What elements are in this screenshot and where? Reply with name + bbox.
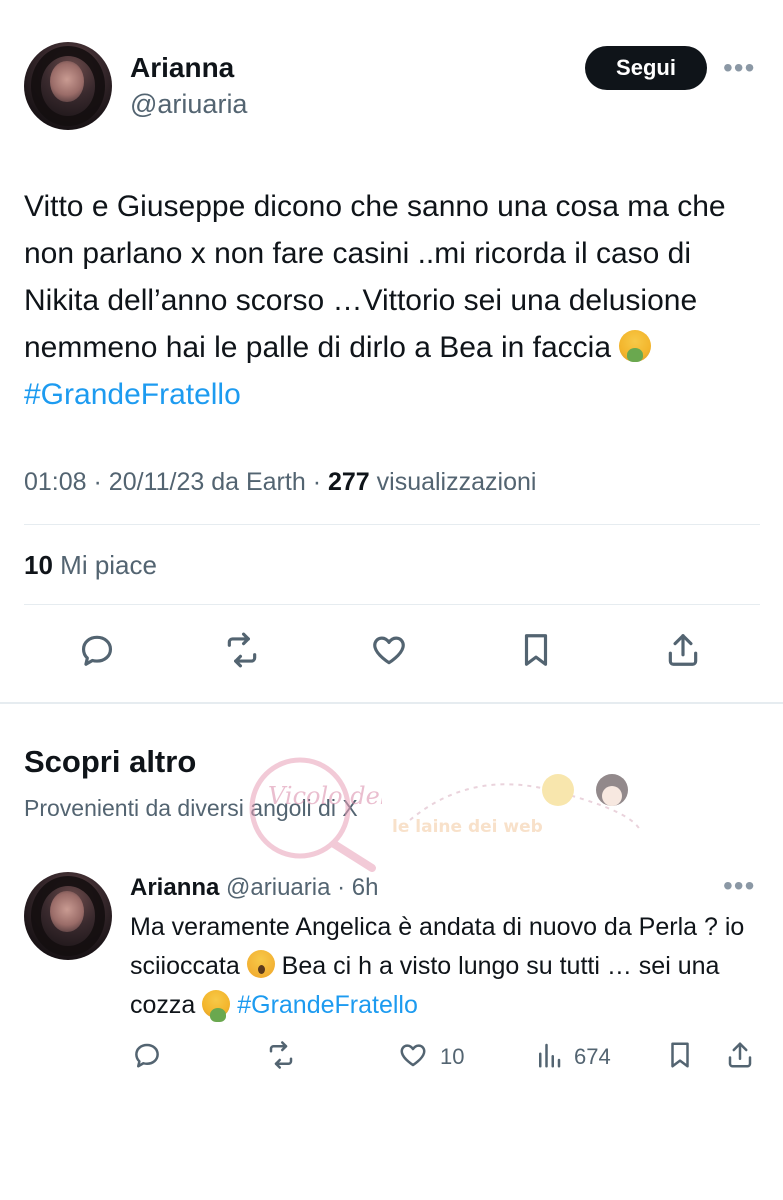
views-count: 277 <box>327 468 370 496</box>
author-handle[interactable]: @ariuaria <box>130 89 247 120</box>
reply-author-name[interactable]: Arianna <box>130 874 219 901</box>
tweet-meta: 01:08 · 20/11/23 da Earth · 277 visualiz… <box>24 468 537 496</box>
watermark-left-text: Vicolo delle News <box>268 782 382 810</box>
more-options-icon[interactable]: ••• <box>723 52 755 84</box>
reply-header: Arianna @ariuaria · 6h <box>130 874 379 901</box>
reply-views-icon[interactable] <box>534 1040 564 1075</box>
divider <box>24 604 760 605</box>
bookmark-icon[interactable] <box>516 630 556 670</box>
tweet-text: Vitto e Giuseppe dicono che sanno una co… <box>24 183 764 418</box>
tweet-date[interactable]: 20/11/23 <box>109 468 204 496</box>
reply-bookmark-icon[interactable] <box>665 1040 695 1075</box>
watermark-logo-right: le laine dei web <box>390 760 650 880</box>
share-icon[interactable] <box>663 630 703 670</box>
section-divider <box>0 702 783 704</box>
reply-share-icon[interactable] <box>725 1040 755 1075</box>
reply-text: Ma veramente Angelica è andata di nuovo … <box>130 908 770 1025</box>
reply-icon[interactable] <box>77 630 117 670</box>
author-name[interactable]: Arianna <box>130 52 234 84</box>
follow-button[interactable]: Segui <box>585 46 707 90</box>
nauseated-face-icon <box>619 330 652 362</box>
astonished-face-icon <box>246 950 275 978</box>
watermark-right-text: le laine dei web <box>392 817 543 837</box>
like-icon[interactable] <box>369 630 409 670</box>
author-avatar[interactable] <box>24 42 112 130</box>
views-label: visualizzazioni <box>376 468 537 496</box>
likes-label: Mi piace <box>60 550 157 580</box>
reply-avatar[interactable] <box>24 872 112 960</box>
reply-author-handle[interactable]: @ariuaria <box>226 874 330 901</box>
reply-time[interactable]: 6h <box>352 874 379 901</box>
retweet-icon[interactable] <box>222 630 262 670</box>
likes-summary[interactable]: 10 Mi piace <box>24 550 157 581</box>
watermark-logo-left: Vicolo delle News <box>222 752 485 872</box>
reply-retweet-icon[interactable] <box>266 1040 296 1075</box>
hashtag-link[interactable]: #GrandeFratello <box>24 378 241 411</box>
tweet-time[interactable]: 01:08 <box>24 468 87 496</box>
discover-title: Scopri altro <box>24 744 197 779</box>
tweet-source: da Earth <box>211 468 306 496</box>
reply-more-icon[interactable]: ••• <box>723 870 755 902</box>
reply-hashtag-link[interactable]: #GrandeFratello <box>237 991 418 1019</box>
likes-count: 10 <box>24 550 53 580</box>
reply-reply-icon[interactable] <box>132 1040 162 1075</box>
divider <box>24 524 760 525</box>
reply-views-count: 674 <box>574 1044 611 1069</box>
reply-like-icon[interactable] <box>398 1040 428 1075</box>
nauseated-face-icon <box>202 990 231 1022</box>
reply-like-count: 10 <box>440 1044 465 1069</box>
